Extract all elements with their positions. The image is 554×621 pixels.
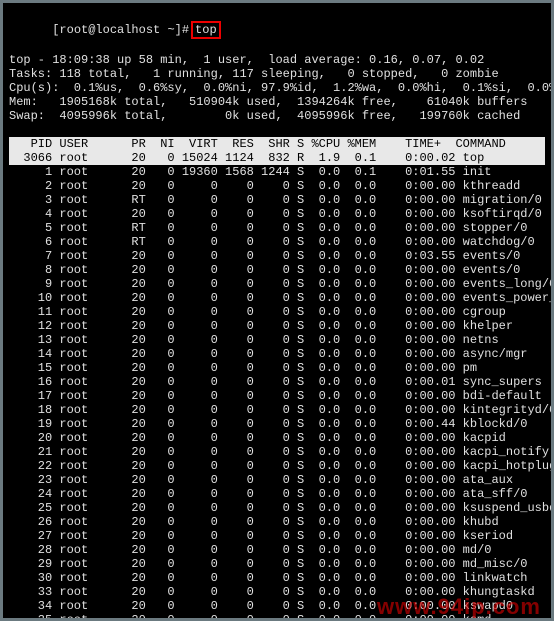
process-row: 1 root 20 0 19360 1568 1244 S 0.0 0.1 0:…	[9, 165, 545, 179]
process-row: 7 root 20 0 0 0 0 S 0.0 0.0 0:03.55 even…	[9, 249, 545, 263]
blank-line	[9, 123, 545, 137]
top-cpu-line: Cpu(s): 0.1%us, 0.6%sy, 0.0%ni, 97.9%id,…	[9, 81, 545, 95]
process-row: 23 root 20 0 0 0 0 S 0.0 0.0 0:00.00 ata…	[9, 473, 545, 487]
process-row: 5 root RT 0 0 0 0 S 0.0 0.0 0:00.00 stop…	[9, 221, 545, 235]
process-row: 18 root 20 0 0 0 0 S 0.0 0.0 0:00.00 kin…	[9, 403, 545, 417]
process-row: 11 root 20 0 0 0 0 S 0.0 0.0 0:00.00 cgr…	[9, 305, 545, 319]
process-table: 3066 root 20 0 15024 1124 832 R 1.9 0.1 …	[9, 151, 545, 621]
process-row: 8 root 20 0 0 0 0 S 0.0 0.0 0:00.00 even…	[9, 263, 545, 277]
process-row: 9 root 20 0 0 0 0 S 0.0 0.0 0:00.00 even…	[9, 277, 545, 291]
process-row: 14 root 20 0 0 0 0 S 0.0 0.0 0:00.00 asy…	[9, 347, 545, 361]
process-table-header: PID USER PR NI VIRT RES SHR S %CPU %MEM …	[9, 137, 545, 151]
process-row: 26 root 20 0 0 0 0 S 0.0 0.0 0:00.00 khu…	[9, 515, 545, 529]
shell-prompt: [root@localhost ~]#top	[9, 7, 545, 53]
process-row: 15 root 20 0 0 0 0 S 0.0 0.0 0:00.00 pm	[9, 361, 545, 375]
process-row: 2 root 20 0 0 0 0 S 0.0 0.0 0:00.00 kthr…	[9, 179, 545, 193]
top-uptime-line: top - 18:09:38 up 58 min, 1 user, load a…	[9, 53, 545, 67]
highlighted-command: top	[191, 21, 221, 39]
process-row: 12 root 20 0 0 0 0 S 0.0 0.0 0:00.00 khe…	[9, 319, 545, 333]
process-row: 29 root 20 0 0 0 0 S 0.0 0.0 0:00.00 md_…	[9, 557, 545, 571]
process-row: 13 root 20 0 0 0 0 S 0.0 0.0 0:00.00 net…	[9, 333, 545, 347]
process-row: 20 root 20 0 0 0 0 S 0.0 0.0 0:00.00 kac…	[9, 431, 545, 445]
process-row: 4 root 20 0 0 0 0 S 0.0 0.0 0:00.00 ksof…	[9, 207, 545, 221]
terminal-window[interactable]: [root@localhost ~]#top top - 18:09:38 up…	[0, 0, 554, 621]
process-row: 3 root RT 0 0 0 0 S 0.0 0.0 0:00.00 migr…	[9, 193, 545, 207]
process-row: 27 root 20 0 0 0 0 S 0.0 0.0 0:00.00 kse…	[9, 529, 545, 543]
process-row: 10 root 20 0 0 0 0 S 0.0 0.0 0:00.00 eve…	[9, 291, 545, 305]
process-row: 21 root 20 0 0 0 0 S 0.0 0.0 0:00.00 kac…	[9, 445, 545, 459]
top-swap-line: Swap: 4095996k total, 0k used, 4095996k …	[9, 109, 545, 123]
process-row: 3066 root 20 0 15024 1124 832 R 1.9 0.1 …	[9, 151, 545, 165]
process-row: 28 root 20 0 0 0 0 S 0.0 0.0 0:00.00 md/…	[9, 543, 545, 557]
process-row: 24 root 20 0 0 0 0 S 0.0 0.0 0:00.00 ata…	[9, 487, 545, 501]
top-mem-line: Mem: 1905168k total, 510904k used, 13942…	[9, 95, 545, 109]
process-row: 19 root 20 0 0 0 0 S 0.0 0.0 0:00.44 kbl…	[9, 417, 545, 431]
watermark: www.94ip.com	[377, 600, 541, 614]
process-row: 6 root RT 0 0 0 0 S 0.0 0.0 0:00.00 watc…	[9, 235, 545, 249]
process-row: 25 root 20 0 0 0 0 S 0.0 0.0 0:00.00 ksu…	[9, 501, 545, 515]
process-row: 16 root 20 0 0 0 0 S 0.0 0.0 0:00.01 syn…	[9, 375, 545, 389]
process-row: 17 root 20 0 0 0 0 S 0.0 0.0 0:00.00 bdi…	[9, 389, 545, 403]
process-row: 22 root 20 0 0 0 0 S 0.0 0.0 0:00.00 kac…	[9, 459, 545, 473]
process-row: 30 root 20 0 0 0 0 S 0.0 0.0 0:00.00 lin…	[9, 571, 545, 585]
top-tasks-line: Tasks: 118 total, 1 running, 117 sleepin…	[9, 67, 545, 81]
